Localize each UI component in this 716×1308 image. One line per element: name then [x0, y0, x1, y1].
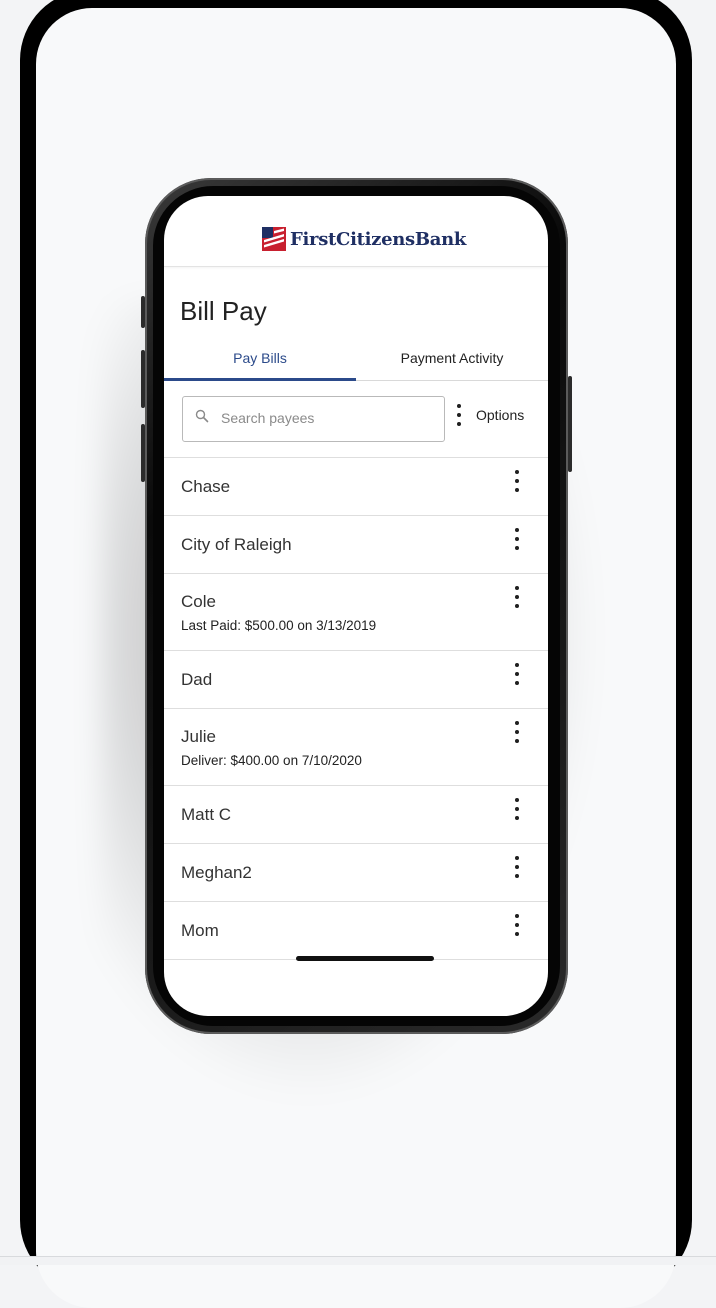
phone-power-button — [568, 376, 572, 472]
payee-row-city-of-raleigh[interactable]: City of Raleigh — [164, 515, 548, 573]
payee-name: Mom — [181, 921, 219, 940]
payee-name: Meghan2 — [181, 863, 252, 882]
payee-detail: Last Paid: $500.00 on 3/13/2019 — [181, 618, 377, 633]
page-title: Bill Pay — [180, 296, 267, 326]
payee-detail: Deliver: $400.00 on 7/10/2020 — [181, 753, 362, 768]
options-button[interactable]: Options — [452, 400, 524, 430]
payee-name: Chase — [181, 477, 231, 496]
payee-name: Matt C — [181, 805, 232, 824]
home-indicator[interactable] — [296, 956, 434, 961]
more-options-icon[interactable] — [511, 914, 523, 936]
payee-row-chase[interactable]: Chase — [164, 457, 548, 515]
kebab-menu-icon — [452, 404, 466, 426]
more-options-icon[interactable] — [511, 856, 523, 878]
more-options-icon[interactable] — [511, 470, 523, 492]
brand-logo: FirstCitizensBank — [262, 226, 466, 252]
flag-logo-icon — [262, 227, 286, 251]
more-options-icon[interactable] — [511, 586, 523, 608]
payee-row-julie[interactable]: Julie Deliver: $400.00 on 7/10/2020 — [164, 708, 548, 785]
tab-pay-bills[interactable]: Pay Bills — [164, 344, 356, 381]
search-placeholder: Search payees — [221, 410, 315, 426]
more-options-icon[interactable] — [511, 528, 523, 550]
search-input[interactable]: Search payees — [182, 396, 445, 442]
payee-row-mom[interactable]: Mom — [164, 901, 548, 960]
payee-name: City of Raleigh — [181, 535, 292, 554]
payee-name: Cole — [181, 592, 216, 611]
tab-payment-activity[interactable]: Payment Activity — [356, 344, 548, 378]
more-options-icon[interactable] — [511, 721, 523, 743]
payee-row-cole[interactable]: Cole Last Paid: $500.00 on 3/13/2019 — [164, 573, 548, 650]
phone-volume-up — [141, 350, 145, 408]
payee-name: Julie — [181, 727, 216, 746]
app-screen: FirstCitizensBank Bill Pay Pay Bills Pay… — [164, 196, 548, 1016]
options-label: Options — [476, 407, 525, 423]
payee-row-matt-c[interactable]: Matt C — [164, 785, 548, 843]
payee-name: Dad — [181, 670, 213, 689]
more-options-icon[interactable] — [511, 798, 523, 820]
app-header: FirstCitizensBank — [164, 196, 548, 267]
phone-volume-down — [141, 424, 145, 482]
brand-name: FirstCitizensBank — [290, 228, 467, 250]
tab-bar: Pay Bills Payment Activity — [164, 344, 548, 381]
payee-row-meghan2[interactable]: Meghan2 — [164, 843, 548, 901]
more-options-icon[interactable] — [511, 663, 523, 685]
phone-silent-switch — [141, 296, 145, 328]
search-icon — [195, 409, 209, 423]
payee-row-dad[interactable]: Dad — [164, 650, 548, 708]
payee-list: Chase City of Raleigh Cole Last Paid: $5… — [164, 457, 548, 960]
